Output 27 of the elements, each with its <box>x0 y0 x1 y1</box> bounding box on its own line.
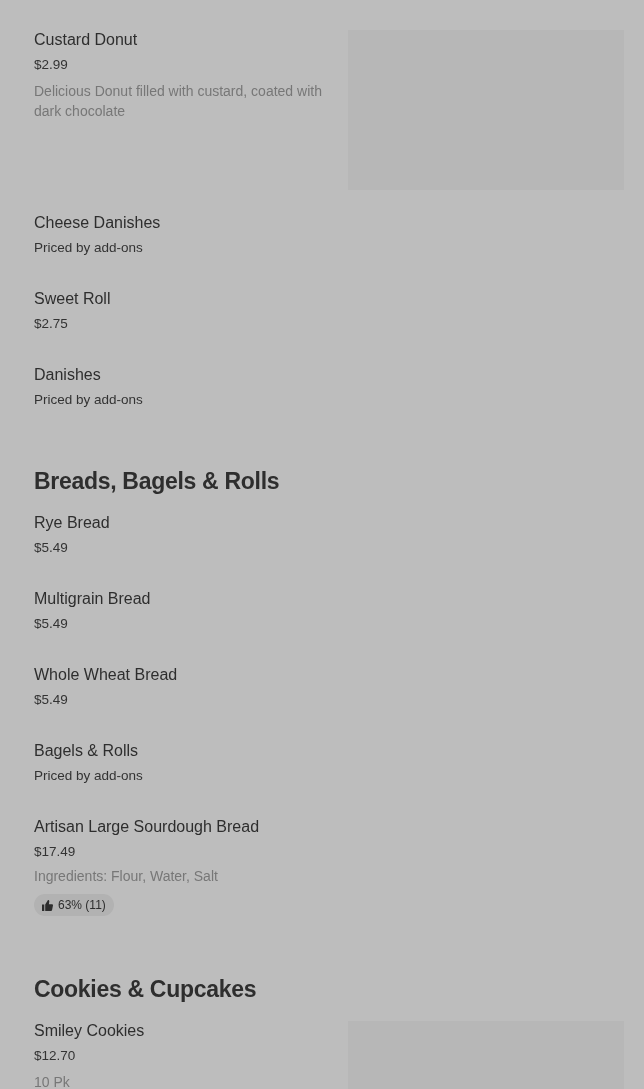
item-name[interactable]: Whole Wheat Bread <box>34 664 344 686</box>
item-name[interactable]: Smiley Cookies <box>34 1020 344 1042</box>
item-price: $5.49 <box>34 615 69 633</box>
item-name[interactable]: Sweet Roll <box>34 288 344 310</box>
item-price: $5.49 <box>34 691 69 709</box>
thumbs-up-icon <box>42 899 53 911</box>
item-description: Delicious Donut filled with custard, coated with dark chocolate <box>34 82 323 121</box>
item-price: $5.49 <box>34 539 69 557</box>
item-description: Ingredients: Flour, Water, Salt <box>34 867 219 886</box>
item-price: $12.70 <box>34 1047 77 1065</box>
item-price: $2.99 <box>34 56 69 74</box>
item-name[interactable]: Rye Bread <box>34 512 344 534</box>
item-price: $17.49 <box>34 843 77 861</box>
item-price: Priced by add-ons <box>34 239 144 257</box>
item-name[interactable]: Danishes <box>34 364 344 386</box>
item-price: Priced by add-ons <box>34 391 144 409</box>
section-heading: Breads, Bagels & Rolls <box>34 467 281 496</box>
section-heading: Cookies & Cupcakes <box>34 975 258 1004</box>
item-name[interactable]: Bagels & Rolls <box>34 740 344 762</box>
item-description: 10 Pk <box>34 1073 71 1089</box>
item-price: $2.75 <box>34 315 69 333</box>
item-name[interactable]: Multigrain Bread <box>34 588 344 610</box>
item-name[interactable]: Custard Donut <box>34 29 344 51</box>
rating-text: 63% (11) <box>58 898 106 912</box>
item-name[interactable]: Artisan Large Sourdough Bread <box>34 816 344 838</box>
item-price: Priced by add-ons <box>34 767 144 785</box>
item-name[interactable]: Cheese Danishes <box>34 212 344 234</box>
